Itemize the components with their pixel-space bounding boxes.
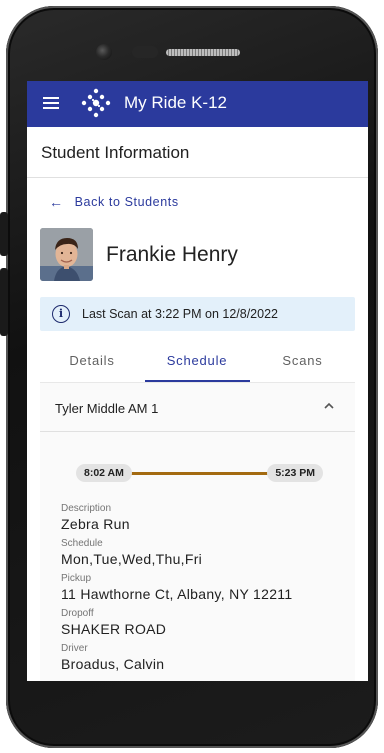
- app-screen: My Ride K-12 Student Information ← Back …: [27, 81, 368, 681]
- app-logo-icon: [81, 88, 111, 118]
- app-bar: My Ride K-12: [27, 81, 368, 127]
- route-name: Tyler Middle AM 1: [55, 401, 159, 416]
- route-expansion-header[interactable]: Tyler Middle AM 1: [40, 382, 355, 432]
- tab-scans[interactable]: Scans: [250, 347, 355, 383]
- dropoff-label: Dropoff: [61, 608, 94, 619]
- tab-schedule[interactable]: Schedule: [144, 347, 250, 383]
- description-value: Zebra Run: [61, 516, 130, 532]
- info-circle-icon: i: [52, 305, 70, 323]
- student-avatar: [40, 228, 93, 281]
- student-tabs: Details Schedule Scans: [27, 347, 368, 383]
- end-time-badge: 5:23 PM: [267, 464, 323, 482]
- earpiece-speaker: [166, 49, 240, 56]
- page-title: Student Information: [41, 143, 190, 162]
- dropoff-value: SHAKER ROAD: [61, 621, 167, 637]
- back-to-students-link[interactable]: ← Back to Students: [49, 194, 179, 210]
- back-link-label: Back to Students: [74, 195, 179, 209]
- description-label: Description: [61, 503, 112, 514]
- pickup-value: 11 Hawthorne Ct, Albany, NY 12211: [61, 586, 293, 602]
- schedule-details: Description Zebra Run Schedule Mon,Tue,W…: [61, 502, 351, 677]
- time-range-line: [116, 472, 276, 475]
- pickup-label: Pickup: [61, 573, 92, 584]
- driver-value: Broadus, Calvin: [61, 656, 165, 672]
- arrow-left-icon: ←: [49, 194, 64, 210]
- driver-label: Driver: [61, 643, 88, 654]
- start-time-badge: 8:02 AM: [76, 464, 132, 482]
- student-name: Frankie Henry: [106, 243, 238, 266]
- chevron-up-icon[interactable]: [323, 400, 335, 412]
- app-title: My Ride K-12: [124, 93, 227, 112]
- volume-down-button: [0, 268, 8, 336]
- divider: [27, 177, 368, 178]
- schedule-value: Mon,Tue,Wed,Thu,Fri: [61, 551, 203, 567]
- last-scan-banner: i Last Scan at 3:22 PM on 12/8/2022: [40, 297, 355, 331]
- schedule-label: Schedule: [61, 538, 103, 549]
- volume-up-button: [0, 212, 8, 256]
- avatar-image: [40, 228, 93, 281]
- proximity-sensor: [132, 46, 158, 58]
- time-range: 8:02 AM 5:23 PM: [76, 464, 323, 482]
- tab-details[interactable]: Details: [40, 347, 144, 383]
- hamburger-icon[interactable]: [43, 97, 59, 109]
- front-camera: [96, 44, 112, 60]
- schedule-panel: Tyler Middle AM 1 8:02 AM 5:23 PM Descri…: [40, 382, 355, 681]
- last-scan-text: Last Scan at 3:22 PM on 12/8/2022: [82, 307, 278, 321]
